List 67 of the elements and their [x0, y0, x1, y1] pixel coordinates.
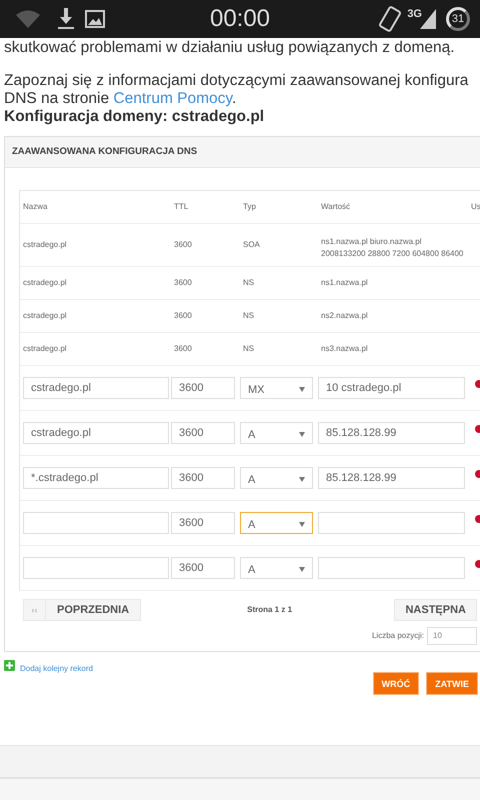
table-cell-text: SOA	[242, 239, 261, 251]
table-cell-text: NS	[242, 277, 256, 289]
select-field[interactable]: A	[240, 467, 313, 489]
input-field[interactable]: 85.128.128.99	[318, 422, 465, 444]
paragraph: skutkować problemami w działaniu usług powiązanych z domeną.	[3, 39, 456, 57]
select-field[interactable]: MX	[240, 377, 313, 399]
input-field[interactable]	[318, 557, 465, 579]
input-field[interactable]: cstradego.pl	[23, 422, 169, 444]
next-button[interactable]: NASTĘPNA	[394, 599, 477, 621]
column-header: TTL	[173, 201, 190, 213]
input-field[interactable]: cstradego.pl	[23, 377, 169, 399]
table-cell-text: NS	[242, 343, 256, 355]
input-field[interactable]	[23, 557, 169, 579]
input-field[interactable]: *.cstradego.pl	[23, 467, 169, 489]
caret-icon	[299, 567, 305, 572]
table-cell-text: 3600	[173, 343, 193, 355]
paragraph: Zapoznaj się z informacjami dotyczącymi zaawansowanej konfigura DNS na stronie Centrum Pomocy.	[3, 72, 470, 108]
caret-icon	[299, 432, 305, 437]
table-cell-text: 3600	[173, 239, 193, 251]
input-field[interactable]: 3600	[171, 557, 235, 579]
action-button[interactable]: ZATWIE	[426, 672, 478, 695]
select-field[interactable]: A	[240, 422, 313, 444]
input-field[interactable]: 10 cstradego.pl	[318, 377, 465, 399]
plus-icon[interactable]	[4, 660, 15, 671]
action-button[interactable]: WRÓĆ	[372, 672, 420, 695]
panel-title: ZAAWANSOWANA KONFIGURACJA DNS	[5, 137, 480, 168]
input-field[interactable]: 3600	[171, 422, 235, 444]
download-icon	[57, 8, 75, 30]
previous-button[interactable]: ‹‹ POPRZEDNIA	[23, 599, 142, 621]
network-text: 3G	[407, 6, 422, 22]
caret-icon	[299, 477, 305, 482]
page-size-label: Liczba pozycji:	[372, 630, 424, 642]
input-field[interactable]: 85.128.128.99	[318, 467, 465, 489]
table-cell-text: ns1.nazwa.pl biuro.nazwa.pl 2008133200 28800 7200 604800 86400	[320, 236, 464, 260]
signal-icon	[420, 9, 436, 29]
table-cell-text: ns2.nazwa.pl	[320, 310, 369, 322]
rotation-icon	[379, 6, 402, 32]
table-cell-text: 3600	[173, 277, 193, 289]
input-field[interactable]: 3600	[171, 512, 235, 534]
table-cell-text: cstradego.pl	[22, 343, 68, 355]
column-header: Wartość	[320, 201, 352, 213]
table-cell-text: 3600	[173, 310, 193, 322]
image-icon	[85, 10, 105, 28]
add-record-link[interactable]: Dodaj kolejny rekord	[20, 660, 93, 678]
table-cell-text: ns1.nazwa.pl	[320, 277, 369, 289]
table-cell-text: ns3.nazwa.pl	[320, 343, 369, 355]
page-size-field[interactable]: 10	[427, 627, 477, 645]
select-field[interactable]: A	[240, 557, 313, 579]
column-header: Nazwa	[22, 201, 48, 213]
input-field[interactable]: 3600	[171, 467, 235, 489]
table-cell-text: cstradego.pl	[22, 277, 68, 289]
time-text: 00:00	[210, 4, 270, 34]
page-heading: Konfiguracja domeny: cstradego.pl	[3, 108, 266, 126]
column-header: Typ	[242, 201, 257, 213]
table-cell-text: NS	[242, 310, 256, 322]
input-field[interactable]	[318, 512, 465, 534]
select-field[interactable]: A	[240, 512, 313, 534]
wifi-icon	[15, 9, 41, 29]
table-cell-text: cstradego.pl	[22, 239, 68, 251]
input-field[interactable]	[23, 512, 169, 534]
input-field[interactable]: 3600	[171, 377, 235, 399]
page-info: Strona 1 z 1	[247, 604, 292, 616]
caret-icon	[299, 522, 305, 527]
battery-text: 31	[446, 7, 470, 31]
caret-icon	[299, 387, 305, 392]
help-link[interactable]: Centrum Pomocy	[113, 90, 232, 107]
table-cell-text: cstradego.pl	[22, 310, 68, 322]
